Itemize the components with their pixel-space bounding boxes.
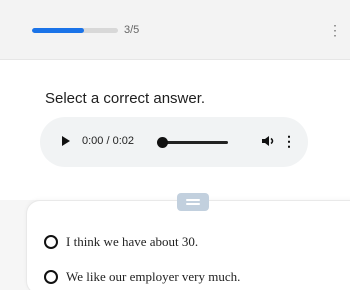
drag-handle[interactable] [177, 193, 209, 211]
audio-player[interactable]: 0:00 / 0:02 ⋮ [40, 117, 308, 167]
audio-seek-bar[interactable] [160, 141, 228, 144]
radio-button[interactable] [44, 270, 58, 284]
answer-option[interactable]: I think we have about 30. [44, 232, 344, 252]
more-options-icon[interactable]: ⋮ [328, 20, 342, 40]
progress-fill [32, 28, 84, 33]
answer-option-text: We like our employer very much. [66, 269, 241, 284]
radio-button[interactable] [44, 235, 58, 249]
answer-option[interactable]: We like our employer very much. [44, 267, 344, 287]
audio-seek-thumb[interactable] [157, 137, 168, 148]
audio-more-icon[interactable]: ⋮ [282, 131, 296, 151]
top-bar: 3/5 ⋮ [0, 0, 350, 60]
answer-option-text: I think we have about 30. [66, 234, 199, 249]
play-icon[interactable] [62, 136, 70, 146]
progress-bar [32, 28, 118, 33]
audio-time: 0:00 / 0:02 [82, 135, 134, 147]
progress-label: 3/5 [124, 24, 140, 36]
question-text: Select a correct answer. [45, 90, 206, 107]
volume-icon[interactable] [260, 133, 276, 149]
